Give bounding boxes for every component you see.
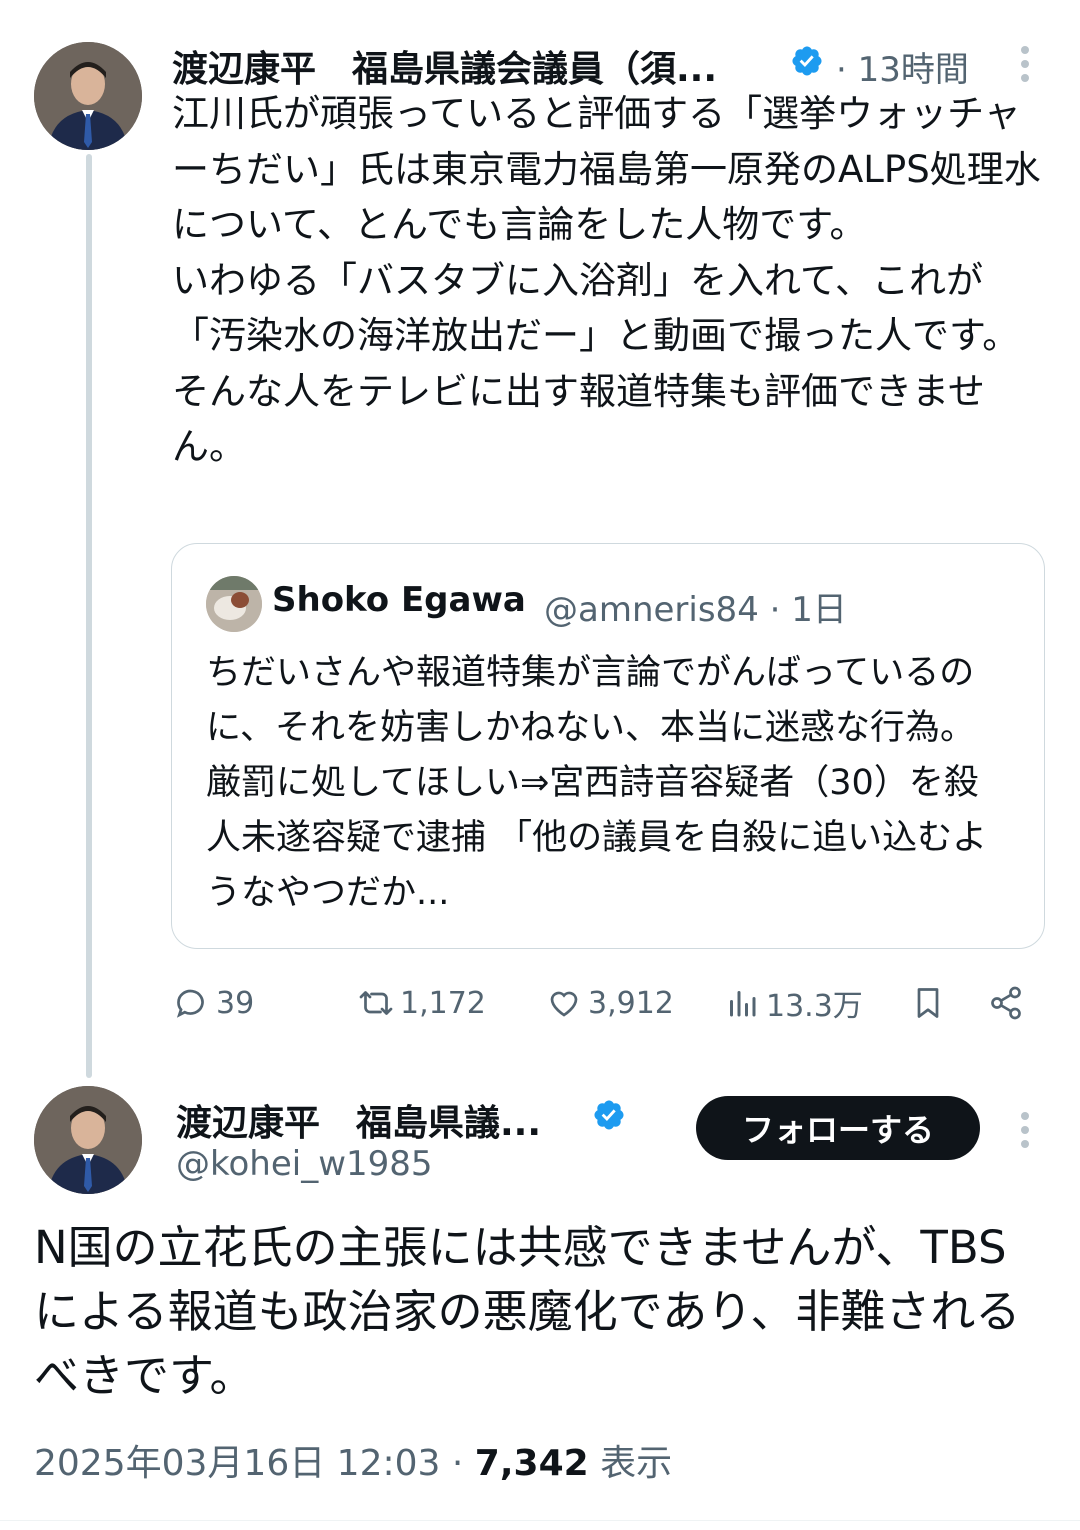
reply-count: 39 (216, 985, 255, 1021)
share-button[interactable] (988, 980, 1024, 1026)
author-handle[interactable]: @kohei_w1985 (176, 1144, 433, 1184)
bookmark-button[interactable] (910, 980, 946, 1026)
verified-badge-icon (792, 46, 822, 76)
views-label: 表示 (600, 1443, 673, 1484)
reply-button[interactable]: 39 (174, 980, 254, 1026)
tweet-timestamp[interactable]: 2025年03月16日 12:03 (34, 1443, 440, 1484)
tweet-body: 江川氏が頑張っていると評価する「選挙ウォッチャーちだい」氏は東京電力福島第一原発… (172, 92, 1041, 468)
meta-separator: · (836, 50, 847, 90)
repost-icon (359, 991, 393, 1015)
quoted-meta: @amneris84 · 1日 (544, 582, 847, 631)
bookmark-icon (917, 988, 939, 1018)
tweet-timestamp[interactable]: · 13時間 (836, 42, 969, 91)
repost-count: 1,172 (400, 985, 486, 1021)
more-options-icon[interactable] (1019, 1112, 1031, 1154)
quoted-tweet-card[interactable]: Shoko Egawa @amneris84 · 1日 ちだいさんや報道特集が言… (171, 543, 1045, 949)
reply-icon (176, 989, 204, 1018)
avatar-photo (34, 1086, 142, 1194)
quoted-time: 1日 (791, 590, 847, 630)
thread-connector-line (86, 154, 92, 1078)
tweet-footer: 2025年03月16日 12:03 · 7,342 表示 (34, 1434, 672, 1486)
tweet-author-name[interactable]: 渡辺康平 福島県議... (176, 1094, 541, 1146)
quoted-body: ちだいさんや報道特集が言論でがんばっているのに、それを妨害しかねない、本当に迷惑… (206, 653, 988, 913)
heart-icon (550, 991, 578, 1017)
analytics-icon (730, 991, 756, 1017)
avatar[interactable] (34, 42, 142, 150)
views-count: 13.3万 (766, 989, 863, 1024)
avatar[interactable] (34, 1086, 142, 1194)
tweet-body: N国の立花氏の主張には共感できませんが、TBSによる報道も政治家の悪魔化であり、… (34, 1221, 1021, 1402)
like-button[interactable]: 3,912 (546, 980, 674, 1026)
quoted-handle: @amneris84 (544, 590, 759, 630)
meta-separator: · (451, 1443, 464, 1484)
meta-separator: · (769, 590, 781, 630)
like-count: 3,912 (588, 985, 674, 1021)
tweet-author-name[interactable]: 渡辺康平 福島県議会議員（須... (172, 40, 717, 92)
divider (0, 1520, 1080, 1521)
repost-button[interactable]: 1,172 (358, 980, 486, 1026)
views-button[interactable]: 13.3万 (724, 980, 863, 1026)
verified-badge-icon (594, 1100, 624, 1130)
avatar-photo (34, 42, 142, 150)
tweet-time: 13時間 (857, 50, 969, 90)
views-count: 7,342 (474, 1443, 589, 1484)
quoted-author-name: Shoko Egawa (272, 580, 526, 620)
more-options-icon[interactable] (1019, 46, 1031, 88)
quoted-avatar (206, 576, 262, 632)
share-icon (991, 986, 1021, 1020)
follow-button[interactable]: フォローする (696, 1096, 980, 1160)
